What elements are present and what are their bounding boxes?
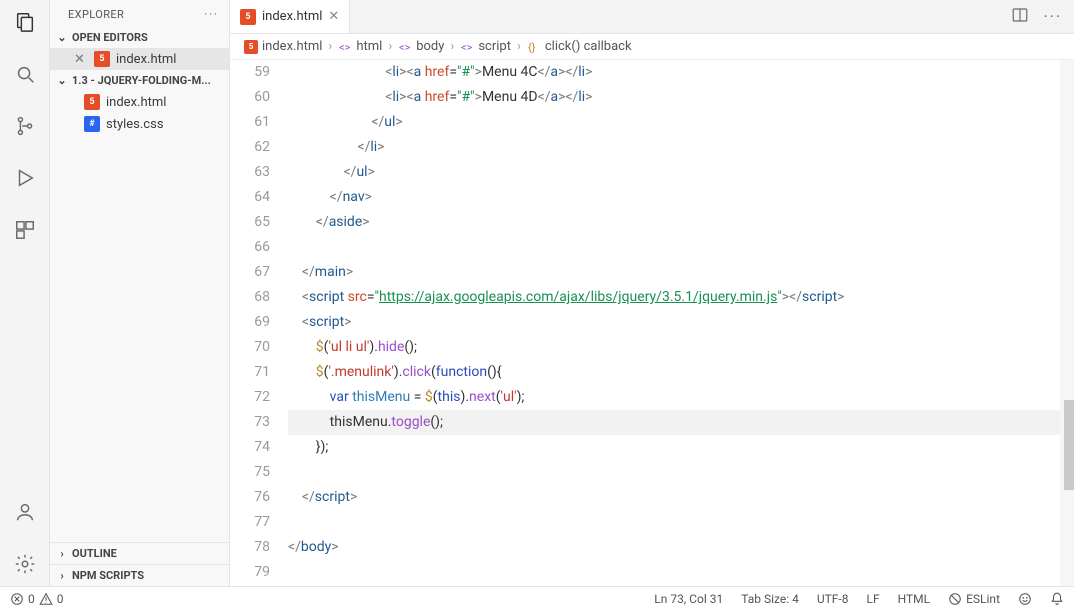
code-line[interactable]: </main> xyxy=(288,260,1060,285)
editor-area: 5 index.html ✕ ··· 5 index.html › xyxy=(230,0,1074,586)
code-line[interactable]: </nav> xyxy=(288,185,1060,210)
code-line[interactable]: </li> xyxy=(288,135,1060,160)
chevron-right-icon: › xyxy=(517,39,521,54)
minimap[interactable] xyxy=(1060,60,1074,586)
status-feedback-icon[interactable] xyxy=(1018,592,1032,606)
status-language[interactable]: HTML xyxy=(898,592,931,606)
folder-label: 1.3 - JQUERY-FOLDING-M... xyxy=(72,74,211,87)
code-line[interactable] xyxy=(288,235,1060,260)
file-name: styles.css xyxy=(106,117,164,132)
code-line[interactable]: </aside> xyxy=(288,210,1060,235)
status-encoding[interactable]: UTF-8 xyxy=(817,592,849,606)
status-notifications-icon[interactable] xyxy=(1050,592,1064,606)
explorer-more-icon[interactable]: ··· xyxy=(204,8,219,21)
tab-filename: index.html xyxy=(262,9,322,24)
folder-section[interactable]: ⌄ 1.3 - JQUERY-FOLDING-M... xyxy=(50,70,229,91)
open-editor-item[interactable]: ✕ 5 index.html xyxy=(50,48,229,70)
close-icon[interactable]: ✕ xyxy=(74,52,86,67)
code-line[interactable]: <li><a href="#">Menu 4C</a></li> xyxy=(288,60,1060,85)
chevron-right-icon: › xyxy=(450,39,454,54)
code-line[interactable]: $('ul li ul').hide(); xyxy=(288,335,1060,360)
chevron-right-icon: › xyxy=(388,39,392,54)
outline-section[interactable]: › OUTLINE xyxy=(50,542,229,564)
open-editors-label: OPEN EDITORS xyxy=(72,31,148,44)
code-line[interactable]: <li><a href="#">Menu 4D</a></li> xyxy=(288,85,1060,110)
split-editor-icon[interactable] xyxy=(1011,6,1029,28)
source-control-icon[interactable] xyxy=(11,112,39,140)
explorer-icon[interactable] xyxy=(11,8,39,36)
html-file-icon: 5 xyxy=(244,40,258,54)
css-file-icon: # xyxy=(84,116,100,132)
breadcrumb-item[interactable]: 5 index.html xyxy=(244,39,322,54)
brace-symbol-icon: {} xyxy=(527,40,541,54)
html-file-icon: 5 xyxy=(84,94,100,110)
svg-text:<>: <> xyxy=(399,41,411,53)
search-icon[interactable] xyxy=(11,60,39,88)
status-bar: 0 0 Ln 73, Col 31 Tab Size: 4 UTF-8 LF H… xyxy=(0,586,1074,610)
svg-text:<>: <> xyxy=(339,41,351,53)
code-line[interactable] xyxy=(288,560,1060,585)
breadcrumb-item[interactable]: <> script xyxy=(460,39,511,54)
code-line[interactable]: var thisMenu = $(this).next('ul'); xyxy=(288,385,1060,410)
html-file-icon: 5 xyxy=(94,51,110,67)
code-line[interactable]: </ul> xyxy=(288,110,1060,135)
open-editors-section[interactable]: ⌄ OPEN EDITORS xyxy=(50,27,229,48)
status-tab-size[interactable]: Tab Size: 4 xyxy=(741,592,799,606)
code-line[interactable]: </script> xyxy=(288,485,1060,510)
breadcrumb-item[interactable]: <> html xyxy=(338,39,382,54)
code-line[interactable]: <script src="https://ajax.googleapis.com… xyxy=(288,285,1060,310)
chevron-right-icon: › xyxy=(56,569,68,582)
npm-scripts-section[interactable]: › NPM SCRIPTS xyxy=(50,564,229,586)
status-cursor-position[interactable]: Ln 73, Col 31 xyxy=(654,592,723,606)
breadcrumb-item[interactable]: <> body xyxy=(398,39,444,54)
chevron-down-icon: ⌄ xyxy=(56,74,68,87)
editor-tab[interactable]: 5 index.html ✕ xyxy=(230,0,350,33)
file-name: index.html xyxy=(106,95,166,110)
explorer-title: EXPLORER xyxy=(68,8,124,21)
code-line[interactable]: </body> xyxy=(288,535,1060,560)
code-line[interactable]: $('.menulink').click(function(){ xyxy=(288,360,1060,385)
open-editor-filename: index.html xyxy=(116,52,176,67)
tab-bar: 5 index.html ✕ ··· xyxy=(230,0,1074,34)
status-eslint[interactable]: ESLint xyxy=(948,592,1000,606)
code-line[interactable]: thisMenu.toggle(); xyxy=(288,410,1060,435)
activity-bar xyxy=(0,0,50,586)
svg-text:{}: {} xyxy=(528,41,536,53)
code-line[interactable] xyxy=(288,460,1060,485)
tag-symbol-icon: <> xyxy=(460,40,474,54)
breadcrumb-item[interactable]: {} click() callback xyxy=(527,39,632,54)
explorer-sidebar: EXPLORER ··· ⌄ OPEN EDITORS ✕ 5 index.ht… xyxy=(50,0,230,586)
code-editor[interactable]: 5960616263646566676869707172737475767778… xyxy=(230,60,1074,586)
code-line[interactable]: </ul> xyxy=(288,160,1060,185)
close-icon[interactable]: ✕ xyxy=(328,9,339,24)
status-problems[interactable]: 0 0 xyxy=(10,592,64,606)
file-tree-item[interactable]: # styles.css xyxy=(50,113,229,135)
code-line[interactable] xyxy=(288,510,1060,535)
file-tree-item[interactable]: 5 index.html xyxy=(50,91,229,113)
more-actions-icon[interactable]: ··· xyxy=(1043,7,1062,26)
npm-scripts-label: NPM SCRIPTS xyxy=(72,569,144,582)
status-eol[interactable]: LF xyxy=(867,592,880,606)
breadcrumbs[interactable]: 5 index.html › <> html › <> body › <> sc… xyxy=(230,34,1074,60)
run-debug-icon[interactable] xyxy=(11,164,39,192)
tag-symbol-icon: <> xyxy=(338,40,352,54)
account-icon[interactable] xyxy=(11,498,39,526)
chevron-right-icon: › xyxy=(328,39,332,54)
svg-text:<>: <> xyxy=(461,41,473,53)
html-file-icon: 5 xyxy=(240,9,256,25)
code-line[interactable]: <script> xyxy=(288,310,1060,335)
extensions-icon[interactable] xyxy=(11,216,39,244)
chevron-down-icon: ⌄ xyxy=(56,31,68,44)
chevron-right-icon: › xyxy=(56,547,68,560)
code-line[interactable]: }); xyxy=(288,435,1060,460)
settings-gear-icon[interactable] xyxy=(11,550,39,578)
outline-label: OUTLINE xyxy=(72,547,117,560)
tag-symbol-icon: <> xyxy=(398,40,412,54)
